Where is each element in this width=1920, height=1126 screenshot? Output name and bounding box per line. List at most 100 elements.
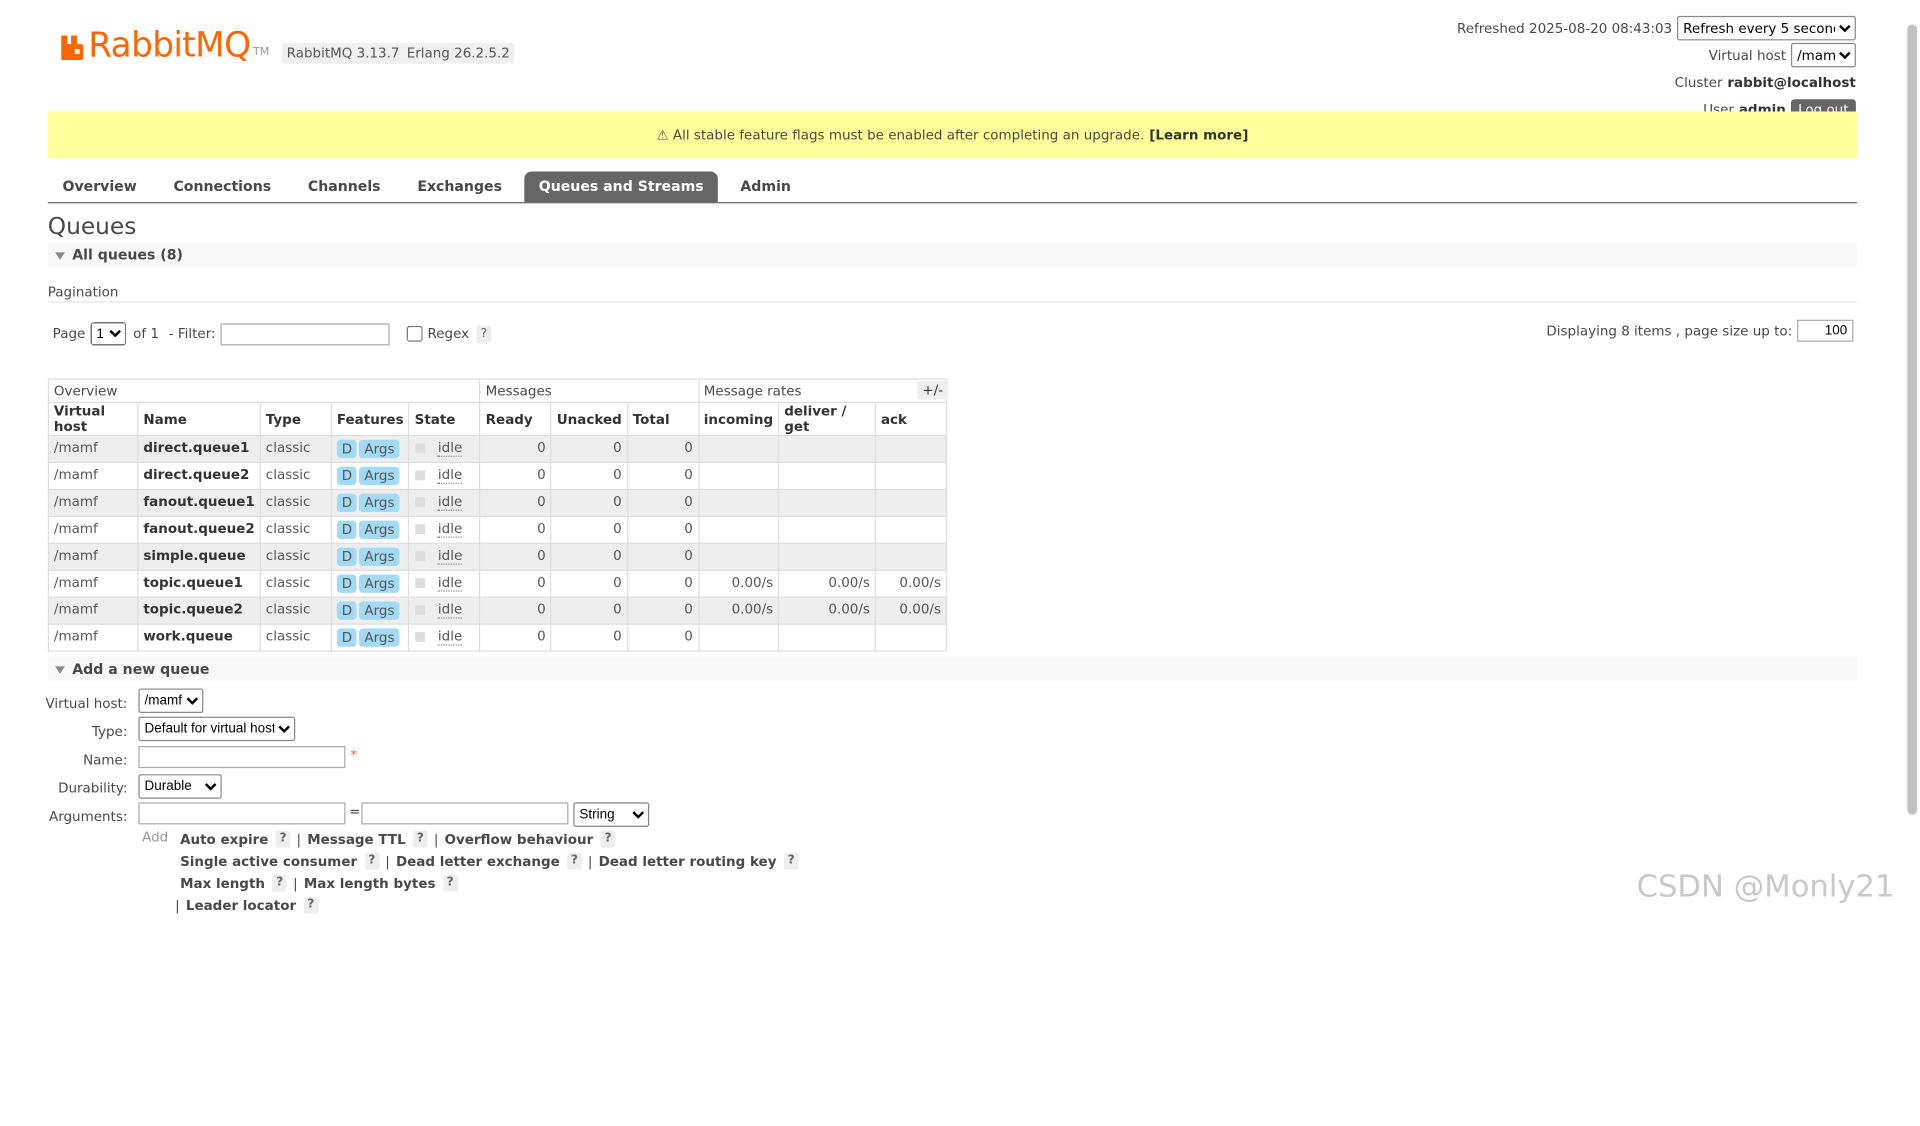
arg-leader-locator[interactable]: Leader locator bbox=[186, 897, 296, 913]
table-row[interactable]: /mamf direct.queue1 classic D Args idle 0 0 0 bbox=[47, 434, 948, 464]
col-deliver-get[interactable]: deliver / get bbox=[778, 401, 877, 437]
regex-checkbox[interactable] bbox=[406, 325, 423, 342]
feature-args-badge[interactable]: Args bbox=[359, 439, 400, 459]
rabbitmq-logo[interactable]: RabbitMQ TM bbox=[59, 25, 269, 64]
cell-state: idle bbox=[408, 515, 481, 544]
feature-args-badge[interactable]: Args bbox=[359, 493, 400, 513]
col-virtual-host[interactable]: Virtual host bbox=[47, 401, 139, 437]
help-icon[interactable]: ? bbox=[600, 830, 616, 848]
feature-args-badge[interactable]: Args bbox=[359, 574, 400, 593]
vertical-scrollbar[interactable] bbox=[1907, 24, 1918, 815]
col-unacked[interactable]: Unacked bbox=[550, 401, 628, 437]
feature-args-badge[interactable]: Args bbox=[359, 520, 400, 539]
col-type[interactable]: Type bbox=[259, 401, 332, 437]
col-total[interactable]: Total bbox=[626, 401, 699, 437]
feature-durable-badge[interactable]: D bbox=[336, 628, 358, 647]
arg-max-length[interactable]: Max length bbox=[180, 875, 265, 891]
feature-args-badge[interactable]: Args bbox=[359, 547, 400, 566]
arg-dead-letter-routing-key[interactable]: Dead letter routing key bbox=[599, 853, 777, 869]
table-row[interactable]: /mamf topic.queue1 classic D Args idle 0 0 0 0.00… bbox=[47, 569, 948, 598]
help-icon[interactable]: ? bbox=[275, 830, 291, 848]
tab-channels[interactable]: Channels bbox=[293, 172, 395, 203]
arg-single-active-consumer[interactable]: Single active consumer bbox=[180, 853, 357, 869]
tab-exchanges[interactable]: Exchanges bbox=[403, 172, 517, 203]
help-icon[interactable]: ? bbox=[303, 896, 319, 914]
queue-name-link[interactable]: direct.queue2 bbox=[137, 461, 261, 491]
queue-name-link[interactable]: simple.queue bbox=[137, 542, 261, 571]
help-icon[interactable]: ? bbox=[783, 852, 799, 870]
feature-durable-badge[interactable]: D bbox=[336, 574, 358, 593]
cell-ready: 0 bbox=[479, 623, 552, 652]
form-type-select[interactable]: Default for virtual host bbox=[138, 716, 296, 742]
queue-name-link[interactable]: direct.queue1 bbox=[137, 434, 261, 464]
table-row[interactable]: /mamf direct.queue2 classic D Args idle 0 0 0 bbox=[47, 461, 948, 491]
queue-name-link[interactable]: fanout.queue2 bbox=[137, 515, 261, 544]
argument-value-input[interactable] bbox=[361, 802, 569, 825]
feature-args-badge[interactable]: Args bbox=[359, 466, 400, 486]
table-row[interactable]: /mamf work.queue classic D Args idle 0 0 0 bbox=[47, 623, 948, 652]
arg-dead-letter-exchange[interactable]: Dead letter exchange bbox=[396, 853, 560, 869]
arg-message-ttl[interactable]: Message TTL bbox=[307, 831, 405, 847]
help-icon[interactable]: ? bbox=[567, 852, 582, 870]
cell-type: classic bbox=[259, 434, 332, 464]
cell-incoming bbox=[697, 488, 780, 517]
tab-overview[interactable]: Overview bbox=[48, 172, 152, 203]
feature-durable-badge[interactable]: D bbox=[336, 493, 358, 513]
col-name[interactable]: Name bbox=[137, 401, 261, 437]
feature-durable-badge[interactable]: D bbox=[336, 520, 358, 539]
cell-features: D Args bbox=[330, 569, 410, 598]
feature-args-badge[interactable]: Args bbox=[359, 601, 400, 620]
vhost-select[interactable]: /mamf bbox=[1790, 42, 1856, 68]
queue-name-link[interactable]: fanout.queue1 bbox=[137, 488, 261, 517]
col-state[interactable]: State bbox=[408, 401, 481, 437]
cell-features: D Args bbox=[330, 515, 410, 544]
table-row[interactable]: /mamf topic.queue2 classic D Args idle 0 0 0 0.00… bbox=[47, 596, 948, 625]
feature-args-badge[interactable]: Args bbox=[359, 628, 400, 647]
cell-ack: 0.00/s bbox=[874, 569, 948, 598]
queue-name-link[interactable]: topic.queue1 bbox=[137, 569, 261, 598]
columns-toggle-button[interactable]: +/- bbox=[917, 380, 949, 400]
cell-ready: 0 bbox=[479, 569, 552, 598]
tab-admin[interactable]: Admin bbox=[726, 172, 806, 203]
help-icon[interactable]: ? bbox=[413, 830, 428, 848]
tab-queues-and-streams[interactable]: Queues and Streams bbox=[524, 171, 719, 203]
col-incoming[interactable]: incoming bbox=[697, 401, 780, 437]
arg-auto-expire[interactable]: Auto expire bbox=[180, 831, 268, 847]
cell-vhost: /mamf bbox=[47, 569, 139, 598]
feature-durable-badge[interactable]: D bbox=[336, 439, 358, 459]
queue-name-input[interactable] bbox=[138, 746, 346, 769]
all-queues-toggle[interactable]: All queues (8) bbox=[47, 242, 1858, 268]
help-icon[interactable]: ? bbox=[442, 874, 458, 892]
page-size-input[interactable] bbox=[1797, 319, 1854, 342]
cell-incoming bbox=[697, 623, 780, 652]
form-vhost-select[interactable]: /mamf bbox=[138, 688, 204, 713]
page-select[interactable]: 1 bbox=[90, 322, 126, 346]
argument-key-input[interactable] bbox=[138, 802, 346, 825]
help-icon[interactable]: ? bbox=[272, 874, 288, 892]
filter-input[interactable] bbox=[220, 322, 390, 345]
argument-type-select[interactable]: String bbox=[573, 802, 650, 827]
table-row[interactable]: /mamf simple.queue classic D Args idle 0 0 0 bbox=[47, 542, 948, 571]
tab-connections[interactable]: Connections bbox=[159, 172, 286, 203]
refresh-interval-select[interactable]: Refresh every 5 seconds bbox=[1677, 15, 1856, 41]
col-ack[interactable]: ack bbox=[874, 401, 948, 437]
learn-more-link[interactable]: [Learn more] bbox=[1149, 127, 1248, 143]
table-row[interactable]: /mamf fanout.queue2 classic D Args idle 0 0 0 bbox=[47, 515, 948, 544]
feature-durable-badge[interactable]: D bbox=[336, 601, 358, 620]
arg-max-length-bytes[interactable]: Max length bytes bbox=[304, 875, 436, 891]
add-queue-toggle[interactable]: Add a new queue bbox=[47, 656, 1858, 682]
queue-name-link[interactable]: work.queue bbox=[137, 623, 261, 652]
cell-deliver-get bbox=[778, 623, 877, 652]
feature-durable-badge[interactable]: D bbox=[336, 547, 358, 566]
regex-help-icon[interactable]: ? bbox=[476, 325, 492, 343]
col-ready[interactable]: Ready bbox=[479, 401, 552, 437]
cell-incoming bbox=[697, 542, 780, 571]
form-arguments-label: Arguments: bbox=[48, 808, 128, 825]
durability-select[interactable]: Durable bbox=[138, 774, 222, 799]
table-row[interactable]: /mamf fanout.queue1 classic D Args idle 0 0 0 bbox=[47, 488, 948, 517]
arg-overflow-behaviour[interactable]: Overflow behaviour bbox=[445, 831, 594, 847]
col-features[interactable]: Features bbox=[330, 401, 410, 437]
queue-name-link[interactable]: topic.queue2 bbox=[137, 596, 261, 625]
help-icon[interactable]: ? bbox=[364, 852, 380, 870]
feature-durable-badge[interactable]: D bbox=[336, 466, 358, 486]
